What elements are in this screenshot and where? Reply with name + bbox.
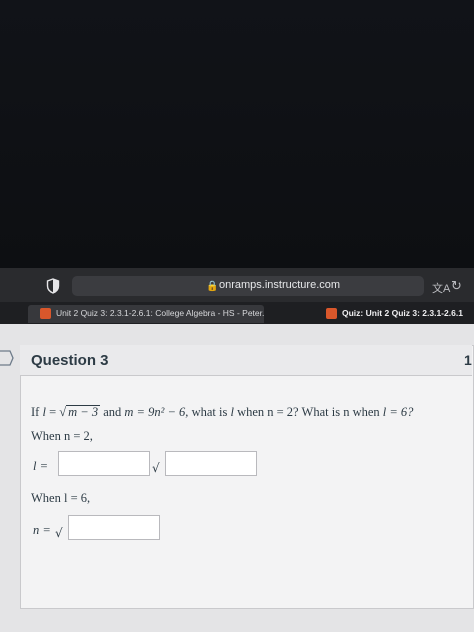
part2-var: n =	[33, 523, 51, 537]
question-title: Question 3	[31, 352, 109, 369]
canvas-favicon-icon	[326, 308, 337, 319]
translate-icon[interactable]: 文A	[432, 280, 450, 296]
prompt-l2: l	[230, 405, 234, 419]
part2-label: When l = 6,	[31, 491, 91, 505]
part1-label: When n = 2,	[31, 429, 93, 443]
tab-quiz-active[interactable]: Quiz: Unit 2 Quiz 3: 2.3.1-2.6.1	[268, 305, 474, 323]
prompt-sqrt-symbol: √	[59, 405, 67, 419]
reload-icon[interactable]: ↻	[451, 278, 462, 294]
radical-icon: √	[152, 461, 160, 475]
prompt-radicand: m − 3	[66, 405, 101, 419]
prompt-eq: =	[49, 405, 57, 419]
answer-l-input[interactable]	[58, 451, 150, 476]
prompt-what-is-n: What is n when	[301, 405, 380, 419]
question-panel	[20, 345, 474, 609]
radical-icon: √	[55, 526, 63, 540]
answer-n-radicand-input[interactable]	[68, 515, 160, 540]
shield-icon[interactable]	[46, 278, 60, 294]
prompt-l: l	[42, 405, 46, 419]
prompt-l-eq6: l = 6?	[382, 405, 414, 419]
flag-question-icon[interactable]	[0, 349, 14, 367]
prompt-and: and	[103, 405, 122, 419]
prompt-if: If	[31, 405, 40, 419]
tab-label: Quiz: Unit 2 Quiz 3: 2.3.1-2.6.1	[342, 308, 463, 318]
tab-quiz-course[interactable]: Unit 2 Quiz 3: 2.3.1-2.6.1: College Alge…	[28, 305, 264, 323]
part1-var: l =	[33, 459, 49, 473]
answer-l-radicand-input[interactable]	[165, 451, 257, 476]
camera-dark-area	[0, 0, 474, 268]
url-text[interactable]: onramps.instructure.com	[219, 279, 340, 291]
canvas-favicon-icon	[40, 308, 51, 319]
question-prompt: If l = √ m − 3 and m = 9n² − 6, what is l…	[31, 405, 413, 420]
lock-icon: 🔒	[206, 281, 219, 292]
prompt-what-is: what is	[191, 405, 228, 419]
prompt-when-n2: when n = 2?	[237, 405, 299, 419]
prompt-m-eq: m = 9n² − 6,	[124, 405, 189, 419]
tab-label: Unit 2 Quiz 3: 2.3.1-2.6.1: College Alge…	[56, 308, 264, 318]
question-points: 1	[464, 352, 472, 368]
